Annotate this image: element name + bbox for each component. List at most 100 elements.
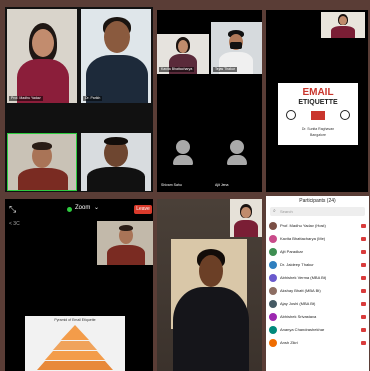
active-speaker-thumb[interactable]: [97, 221, 153, 265]
participant-name: Abhishek Verma (MBA Bt): [280, 275, 327, 280]
participant-name: Kavita Bhattacharya: [159, 67, 195, 72]
mic-muted-icon: [361, 263, 366, 267]
mic-muted-icon: [361, 224, 366, 228]
participant-face: [339, 16, 347, 25]
avatar: [269, 235, 277, 243]
avatar: [269, 339, 277, 347]
participant-face: [178, 40, 188, 53]
avatar: [269, 287, 277, 295]
participant-row[interactable]: Akshay Bhatt (MBA Bt): [266, 285, 369, 298]
participant-row[interactable]: Ajay Joshi (MBA Bt): [266, 298, 369, 311]
participant-body: [331, 26, 355, 38]
video-tile-6[interactable]: Tejas Thakur: [211, 22, 262, 74]
shared-slide: Pyramid of Email Etiquette: [25, 316, 125, 371]
participant-row[interactable]: Ansh Zikri: [266, 337, 369, 350]
avatar: [269, 222, 277, 230]
participant-row[interactable]: Abhishek Srivastava: [266, 311, 369, 324]
video-tile-1[interactable]: Prof. Madhu Yadav: [7, 9, 77, 103]
participant-body: [107, 245, 145, 265]
gallery-panel-1: Prof. Madhu Yadav Dr. Parikh: [5, 7, 153, 192]
user-avatar-icon: [173, 140, 193, 165]
self-view-tile[interactable]: [321, 12, 365, 38]
video-tile-2[interactable]: Dr. Parikh: [81, 9, 151, 103]
meeting-panel: < 3C ⤡ Zoom ⌄ Leave Pyramid of Email Eti…: [5, 199, 153, 371]
participant-name: Tejas Thakur: [213, 67, 237, 72]
participant-name: Kavita Bhattacharya (Me): [280, 236, 326, 241]
participant-row[interactable]: Abhishek Verma (MBA Bt): [266, 272, 369, 285]
participant-row[interactable]: Prof. Madhu Yadav (Host): [266, 220, 369, 233]
avatar: [269, 326, 277, 334]
participant-name: Dr. Parikh: [83, 96, 103, 101]
participant-row[interactable]: Ananya Chandrashekhar: [266, 324, 369, 337]
mic-muted-icon: [361, 328, 366, 332]
search-input[interactable]: ⌕ Search: [270, 207, 365, 216]
participant-name: Shivam Sahu: [159, 183, 184, 188]
mic-muted-icon: [361, 289, 366, 293]
participant-name: Ajay Joshi (MBA Bt): [280, 301, 316, 306]
user-avatar-icon: [227, 140, 247, 165]
video-tile-4[interactable]: [81, 133, 151, 191]
zoom-label[interactable]: Zoom: [75, 205, 90, 211]
participants-list: Prof. Madhu Yadav (Host) Kavita Bhattacha…: [266, 220, 369, 371]
participant-row[interactable]: Dr. Jaideep Thakur: [266, 259, 369, 272]
slide-title-etiquette: ETIQUETTE: [298, 99, 338, 106]
participants-panel: Participants (24) ⌕ Search Prof. Madhu Y…: [266, 196, 369, 371]
participants-header: Participants (24): [299, 198, 336, 204]
participant-face: [241, 207, 251, 218]
video-tile-7[interactable]: Shivam Sahu: [157, 130, 209, 190]
video-tile-5[interactable]: Kavita Bhattacharya: [157, 34, 209, 74]
participant-face: [199, 255, 223, 287]
mic-muted-icon: [361, 341, 366, 345]
speaker-panel: [157, 199, 262, 371]
participant-hair: [104, 137, 128, 145]
participant-row[interactable]: Kavita Bhattacharya (Me): [266, 233, 369, 246]
avatar: [269, 248, 277, 256]
participant-name: Ananya Chandrashekhar: [280, 327, 325, 332]
participant-name: Ajit Paradkar: [280, 249, 303, 254]
search-placeholder: Search: [280, 209, 293, 214]
self-view-tile[interactable]: [230, 199, 262, 237]
participant-body: [173, 287, 249, 371]
zoom-secure-icon: [67, 207, 72, 212]
envelope-icon: [311, 111, 325, 120]
participant-face: [32, 29, 54, 57]
search-icon: ⌕: [273, 208, 276, 214]
presentation-panel: EMAIL ETIQUETTE Dr. Sunita Raghavan Bang…: [266, 10, 368, 192]
plate-icon: [340, 110, 350, 120]
video-tile-3[interactable]: [7, 133, 77, 191]
mic-muted-icon: [361, 315, 366, 319]
chevron-down-icon: ⌄: [94, 205, 100, 211]
mic-muted-icon: [361, 276, 366, 280]
video-tile-8[interactable]: Ajit Jena: [211, 130, 262, 190]
participant-body: [87, 167, 145, 191]
speaker-toggle-icon[interactable]: ⤡: [9, 205, 16, 214]
participant-body: [18, 168, 68, 190]
participant-row[interactable]: Ajit Paradkar: [266, 246, 369, 259]
slide-caption: Dr. Sunita Raghavan: [301, 127, 335, 131]
slide-caption-2: Bangalore: [310, 133, 326, 137]
participant-hair: [32, 142, 52, 150]
leave-button[interactable]: Leave: [134, 205, 152, 214]
participant-name: Ansh Zikri: [280, 340, 298, 345]
gallery-panel-2: Kavita Bhattacharya Tejas Thakur Shivam …: [157, 10, 262, 192]
plate-icon: [286, 110, 296, 120]
participant-body: [234, 220, 258, 237]
slide-title-email: EMAIL: [302, 87, 334, 98]
participant-name: Akshay Bhatt (MBA Bt): [280, 288, 321, 293]
participant-face: [104, 21, 130, 53]
participant-name: Prof. Madhu Yadav (Host): [280, 223, 326, 228]
avatar: [269, 300, 277, 308]
participant-name: Ajit Jena: [213, 183, 231, 188]
email-etiquette-slide: EMAIL ETIQUETTE Dr. Sunita Raghavan Bang…: [278, 83, 358, 145]
avatar: [269, 313, 277, 321]
mic-muted-icon: [361, 302, 366, 306]
avatar: [269, 274, 277, 282]
participant-name: Dr. Jaideep Thakur: [280, 262, 314, 267]
face-mask: [230, 42, 242, 49]
avatar: [269, 261, 277, 269]
participant-name: Prof. Madhu Yadav: [9, 96, 43, 101]
mic-muted-icon: [361, 250, 366, 254]
mic-muted-icon: [361, 237, 366, 241]
participant-hair: [119, 225, 133, 231]
back-button[interactable]: < 3C: [9, 221, 20, 227]
